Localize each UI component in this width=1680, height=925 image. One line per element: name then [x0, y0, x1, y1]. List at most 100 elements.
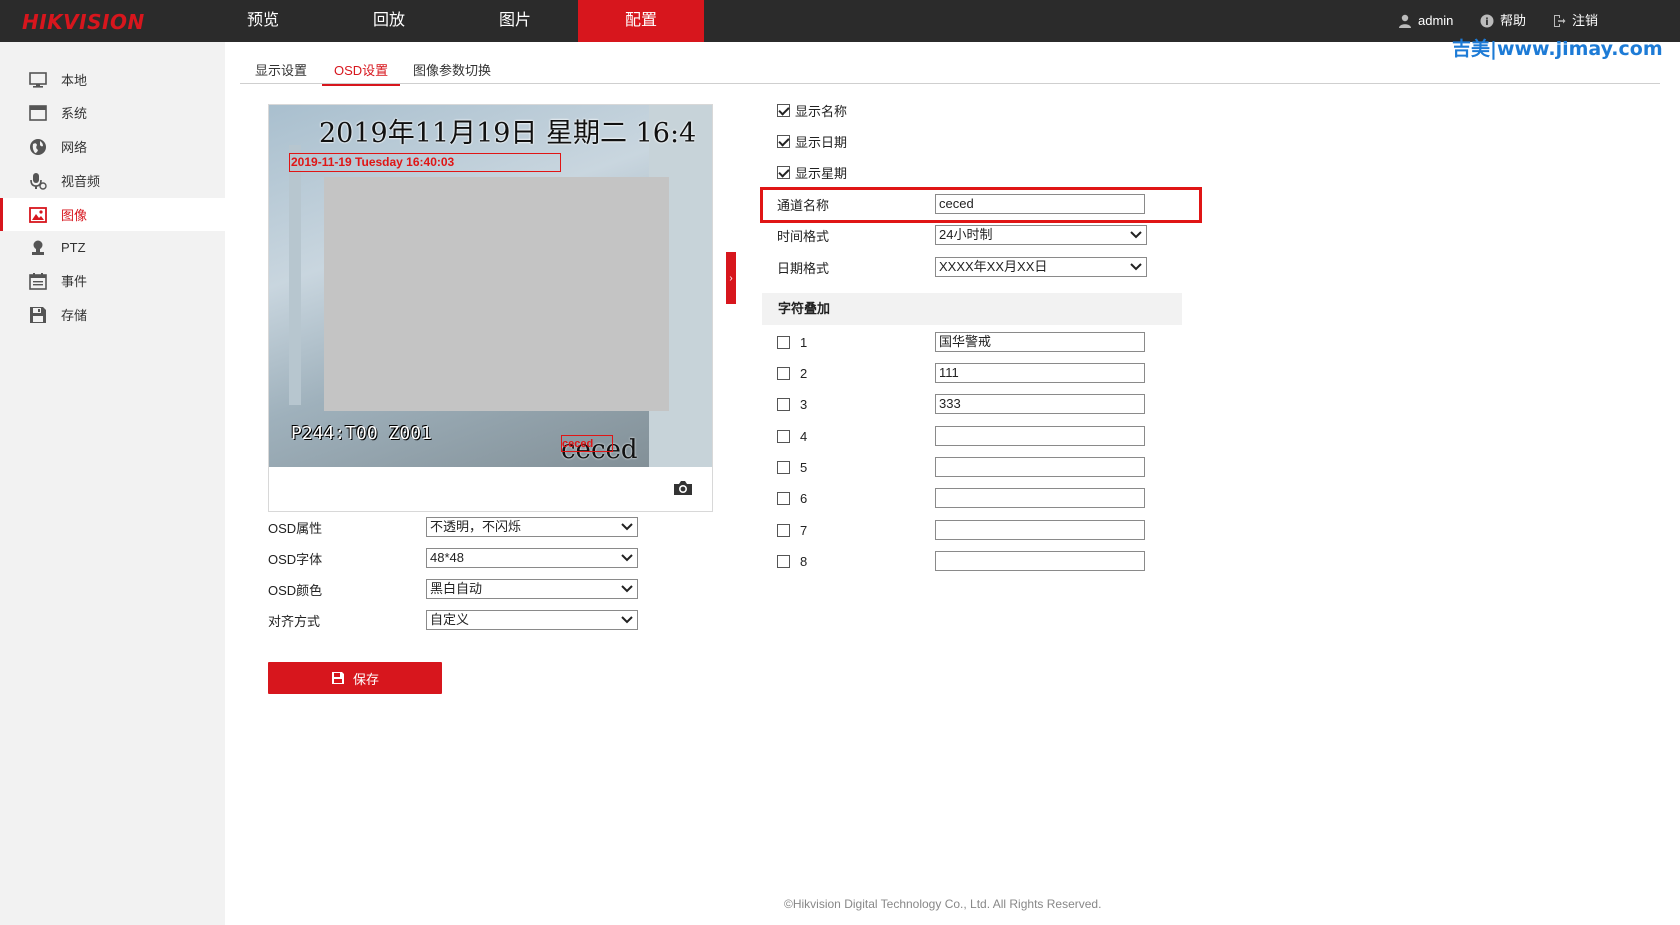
- overlay-row-3: 3 333: [777, 393, 1145, 415]
- show-date-label: 显示日期: [795, 134, 848, 150]
- calendar-icon: [28, 271, 48, 291]
- chevron-down-icon: [621, 585, 633, 593]
- sidebar-item-network[interactable]: 网络: [0, 130, 225, 163]
- osd-ptz-text: P244:T00 Z001: [291, 423, 432, 444]
- overlay-row-2: 2 111: [777, 362, 1145, 384]
- overlay-row-4: 4: [777, 425, 1145, 447]
- overlay-8-input[interactable]: [935, 551, 1145, 571]
- show-week-row[interactable]: 显示星期: [777, 163, 847, 181]
- overlay-2-checkbox[interactable]: [777, 366, 790, 380]
- collapse-panel-handle[interactable]: ›: [726, 252, 736, 304]
- overlay-row-8: 8: [777, 550, 1145, 572]
- show-week-label: 显示星期: [795, 165, 848, 181]
- date-format-row: 日期格式 XXXX年XX月XX日: [777, 256, 1147, 278]
- osd-datetime-drag-box[interactable]: 2019-11-19 Tuesday 16:40:03: [289, 153, 561, 172]
- sidebar-item-ptz[interactable]: PTZ: [0, 231, 225, 264]
- overlay-number: 7: [800, 522, 808, 538]
- overlay-5-input[interactable]: [935, 457, 1145, 477]
- sidebar-item-label: 存储: [61, 308, 88, 323]
- sidebar-item-event[interactable]: 事件: [0, 264, 225, 297]
- sidebar-item-storage[interactable]: 存储: [0, 298, 225, 331]
- time-format-label: 时间格式: [777, 228, 830, 244]
- osd-channel-name-drag-box[interactable]: ceced: [561, 435, 613, 452]
- osd-attribute-row: OSD属性 不透明，不闪烁: [268, 516, 638, 538]
- user-icon: [1399, 14, 1411, 28]
- nav-preview[interactable]: 预览: [200, 0, 326, 42]
- tab-display-settings[interactable]: 显示设置: [255, 60, 307, 84]
- osd-font-row: OSD字体 48*48: [268, 547, 638, 569]
- nav-configuration[interactable]: 配置: [578, 0, 704, 42]
- nav-playback[interactable]: 回放: [326, 0, 452, 42]
- sidebar-item-audio-video[interactable]: 视音频: [0, 164, 225, 197]
- live-preview-panel: 2019年11月19日 星期二 16:4 2019-11-19 Tuesday …: [268, 104, 713, 512]
- sidebar-item-label: PTZ: [61, 240, 86, 255]
- osd-color-select[interactable]: 黑白自动: [426, 579, 638, 599]
- globe-icon: [28, 137, 48, 157]
- osd-attribute-label: OSD属性: [268, 520, 323, 536]
- overlay-row-6: 6: [777, 487, 1145, 509]
- overlay-6-checkbox[interactable]: [777, 491, 790, 505]
- overlay-8-checkbox[interactable]: [777, 554, 790, 568]
- overlay-1-input[interactable]: 国华警戒: [935, 332, 1145, 352]
- overlay-7-checkbox[interactable]: [777, 523, 790, 537]
- chevron-down-icon: [1130, 231, 1142, 239]
- select-value: 自定义: [430, 612, 470, 627]
- sidebar-item-label: 视音频: [61, 174, 101, 189]
- alignment-row: 对齐方式 自定义: [268, 609, 638, 631]
- overlay-7-input[interactable]: [935, 520, 1145, 540]
- tab-image-parameter-switch[interactable]: 图像参数切换: [413, 60, 491, 84]
- overlay-4-input[interactable]: [935, 426, 1145, 446]
- text-overlay-section-title: 字符叠加: [762, 293, 1182, 325]
- overlay-5-checkbox[interactable]: [777, 460, 790, 474]
- config-tabs: 显示设置 OSD设置 图像参数切换: [240, 56, 1660, 86]
- osd-color-label: OSD颜色: [268, 582, 323, 598]
- privacy-mask: [324, 177, 669, 411]
- overlay-number: 3: [800, 396, 808, 412]
- date-format-select[interactable]: XXXX年XX月XX日: [935, 257, 1147, 277]
- channel-name-input[interactable]: ceced: [935, 194, 1145, 214]
- select-value: 48*48: [430, 550, 464, 565]
- sidebar-item-system[interactable]: 系统: [0, 96, 225, 129]
- overlay-3-checkbox[interactable]: [777, 397, 790, 411]
- osd-font-select[interactable]: 48*48: [426, 548, 638, 568]
- show-date-checkbox[interactable]: [777, 134, 790, 148]
- disk-icon: [28, 305, 48, 325]
- alignment-select[interactable]: 自定义: [426, 610, 638, 630]
- help-icon: i: [1480, 14, 1494, 28]
- tab-osd-settings[interactable]: OSD设置: [322, 60, 401, 86]
- show-date-row[interactable]: 显示日期: [777, 132, 847, 150]
- sidebar-item-label: 网络: [61, 140, 88, 155]
- overlay-2-input[interactable]: 111: [935, 363, 1145, 383]
- sidebar: 本地 系统 网络 视音频 图像 PTZ 事件 存储: [0, 42, 225, 925]
- hikvision-logo: HIKVISION: [22, 10, 145, 34]
- microphone-icon: [28, 171, 48, 191]
- save-button[interactable]: 保存: [268, 662, 442, 694]
- show-name-row[interactable]: 显示名称: [777, 101, 847, 119]
- chevron-down-icon: [621, 523, 633, 531]
- overlay-row-5: 5: [777, 456, 1145, 478]
- show-name-checkbox[interactable]: [777, 103, 790, 117]
- user-menu[interactable]: admin: [1398, 0, 1453, 42]
- overlay-4-checkbox[interactable]: [777, 429, 790, 443]
- show-week-checkbox[interactable]: [777, 165, 790, 179]
- select-value: 不透明，不闪烁: [430, 519, 522, 534]
- osd-color-row: OSD颜色 黑白自动: [268, 578, 638, 600]
- osd-attribute-select[interactable]: 不透明，不闪烁: [426, 517, 638, 537]
- time-format-select[interactable]: 24小时制: [935, 225, 1147, 245]
- svg-text:i: i: [1485, 17, 1488, 28]
- time-format-row: 时间格式 24小时制: [777, 224, 1147, 246]
- sidebar-item-image[interactable]: 图像: [0, 198, 225, 231]
- camera-icon[interactable]: [673, 480, 693, 499]
- top-navigation-bar: HIKVISION 预览 回放 图片 配置 admin i 帮助 注销: [0, 0, 1680, 42]
- overlay-1-checkbox[interactable]: [777, 335, 790, 349]
- overlay-3-input[interactable]: 333: [935, 394, 1145, 414]
- copyright-footer: ©Hikvision Digital Technology Co., Ltd. …: [784, 897, 1102, 911]
- overlay-number: 2: [800, 365, 808, 381]
- osd-font-label: OSD字体: [268, 551, 323, 567]
- chevron-down-icon: [621, 554, 633, 562]
- overlay-6-input[interactable]: [935, 488, 1145, 508]
- video-feed[interactable]: 2019年11月19日 星期二 16:4 2019-11-19 Tuesday …: [269, 105, 712, 467]
- nav-picture[interactable]: 图片: [452, 0, 578, 42]
- window-icon: [28, 103, 48, 123]
- sidebar-item-local[interactable]: 本地: [0, 63, 225, 96]
